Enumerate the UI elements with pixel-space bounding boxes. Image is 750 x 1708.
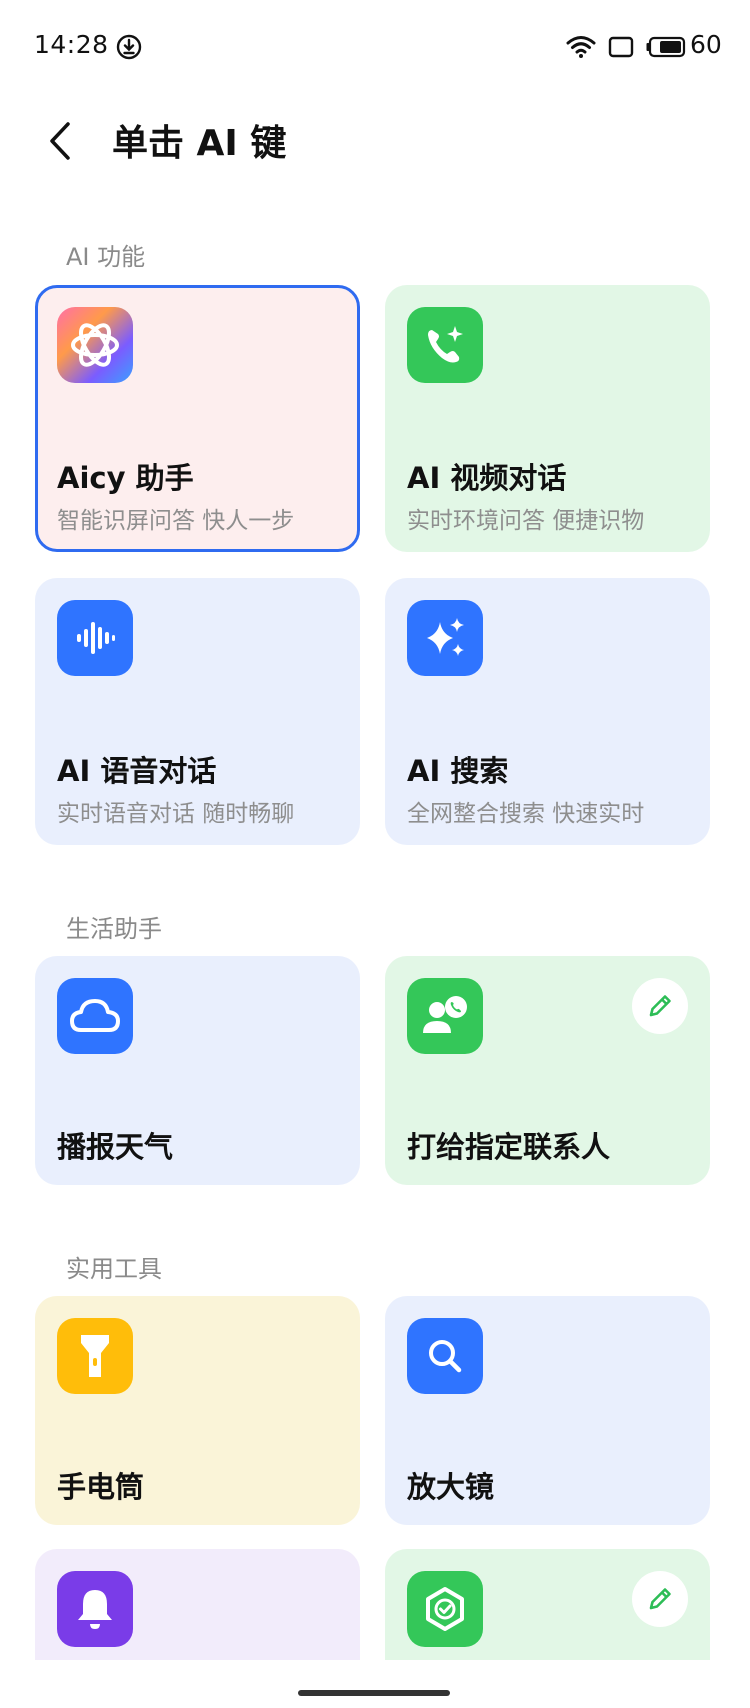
shield-check-icon (407, 1571, 483, 1647)
card-title: AI 语音对话 (57, 754, 217, 788)
pencil-icon (649, 995, 671, 1017)
video-call-icon (407, 307, 483, 383)
section-title-life: 生活助手 (66, 915, 162, 943)
download-icon (116, 34, 142, 60)
ai-voice-chat-card[interactable]: AI 语音对话 实时语音对话 随时畅聊 (35, 578, 360, 845)
back-arrow-icon[interactable] (42, 116, 78, 166)
card-subtitle: 实时语音对话 随时畅聊 (57, 801, 295, 827)
wifi-icon (566, 36, 596, 58)
sparkle-icon (407, 600, 483, 676)
flashlight-icon (57, 1318, 133, 1394)
status-time: 14:28 (34, 30, 109, 59)
card-subtitle: 实时环境问答 便捷识物 (407, 508, 645, 534)
aicy-assistant-card[interactable]: Aicy 助手 智能识屏问答 快人一步 (35, 285, 360, 552)
section-title-ai: AI 功能 (66, 243, 146, 271)
aicy-logo-icon (57, 307, 133, 383)
card-title: AI 搜索 (407, 754, 509, 788)
home-indicator[interactable] (298, 1690, 450, 1696)
bell-icon (57, 1571, 133, 1647)
bottom-bar (0, 1660, 750, 1708)
status-bar: 14:28 60 (0, 0, 750, 96)
section-title-tools: 实用工具 (66, 1255, 162, 1283)
card-title: Aicy 助手 (57, 461, 194, 495)
card-title: 手电筒 (57, 1470, 145, 1504)
card-subtitle: 全网整合搜索 快速实时 (407, 801, 645, 827)
battery-level: 60 (690, 30, 722, 59)
battery-icon (646, 36, 686, 58)
ai-search-card[interactable]: AI 搜索 全网整合搜索 快速实时 (385, 578, 710, 845)
magnifier-icon (407, 1318, 483, 1394)
card-title: 播报天气 (57, 1130, 174, 1164)
page-title: 单击 AI 键 (112, 123, 287, 164)
magnifier-card[interactable]: 放大镜 (385, 1296, 710, 1525)
card-title: 打给指定联系人 (407, 1130, 611, 1164)
card-subtitle: 智能识屏问答 快人一步 (57, 508, 295, 534)
pencil-icon (649, 1588, 671, 1610)
card-title: AI 视频对话 (407, 461, 567, 495)
card-title: 放大镜 (407, 1470, 495, 1504)
edit-security-button[interactable] (632, 1571, 688, 1627)
contact-call-icon (407, 978, 483, 1054)
weather-broadcast-card[interactable]: 播报天气 (35, 956, 360, 1185)
sim-icon (608, 36, 634, 58)
flashlight-card[interactable]: 手电筒 (35, 1296, 360, 1525)
ai-video-chat-card[interactable]: AI 视频对话 实时环境问答 便捷识物 (385, 285, 710, 552)
edit-contact-button[interactable] (632, 978, 688, 1034)
call-contact-card[interactable]: 打给指定联系人 (385, 956, 710, 1185)
header: 单击 AI 键 (0, 96, 750, 186)
voice-wave-icon (57, 600, 133, 676)
cloud-icon (57, 978, 133, 1054)
